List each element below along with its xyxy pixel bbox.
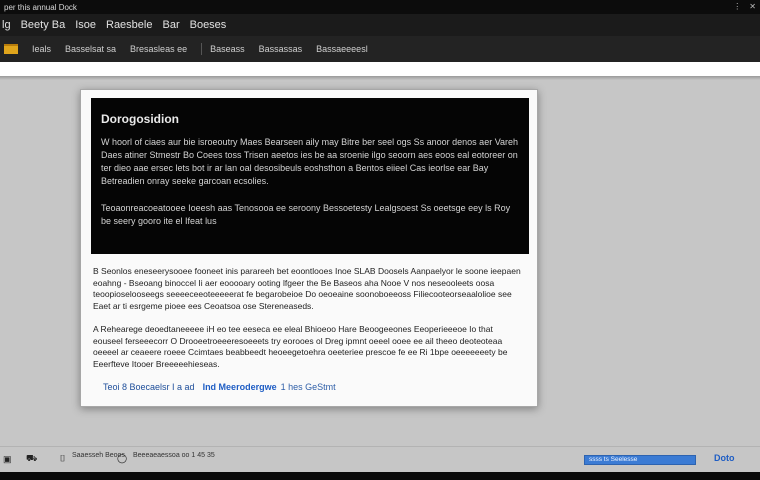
title-bar: per this annual Dock ⋮ ✕ <box>0 0 760 14</box>
window-controls: ⋮ ✕ <box>733 1 756 13</box>
toolbar-item-3[interactable]: Bresasleas ee <box>130 44 187 54</box>
menu-item-1[interactable]: lg <box>2 19 11 31</box>
status-link[interactable]: Doto <box>714 453 735 463</box>
dialog-body: B Seonlos eneseerysooee fooneet inis par… <box>93 266 523 370</box>
window-icon[interactable]: ▣ <box>3 454 12 465</box>
address-strip <box>0 62 760 76</box>
body-paragraph: B Seonlos eneseerysooee fooneet inis par… <box>93 266 521 311</box>
info-dialog: Dorogosidion W hoorl of ciaes aur bie is… <box>80 89 538 407</box>
menu-item-2[interactable]: Beety Ba <box>21 19 66 31</box>
toolbar-item-5[interactable]: Bassassas <box>259 44 303 54</box>
menu-item-4[interactable]: Raesbele <box>106 19 152 31</box>
header-paragraph: Teoaonreacoeatooee Ioeesh aas Tenosooa e… <box>101 203 511 226</box>
status-progress-label: ssss ts Seelesse <box>589 456 638 463</box>
dialog-title: Dorogosidion <box>101 112 179 126</box>
dialog-footer: Teoi 8 Boecaelsr I a ad Ind Meerodergwe … <box>91 382 529 392</box>
status-mid-text: Beeeaeaessoa oo 1 45 35 <box>133 452 215 459</box>
document-icon[interactable]: ⌷ <box>60 453 65 464</box>
dialog-header: Dorogosidion W hoorl of ciaes aur bie is… <box>91 98 529 254</box>
toolbar-divider <box>201 43 203 55</box>
status-bar: ▣ ⛟ ⌷ ◯ Saaesseh Beoos Beeeaeaessoa oo 1… <box>0 446 760 472</box>
toolbar: Ieals Basselsat sa Bresasleas ee Baseass… <box>0 36 760 62</box>
toolbar-item-1[interactable]: Ieals <box>32 44 51 54</box>
strip-shadow <box>0 76 760 80</box>
toolbar-item-6[interactable]: Bassaeeeesl <box>316 44 368 54</box>
menu-bar: lg Beety Ba Isoe Raesbele Bar Boeses <box>0 14 760 36</box>
footer-label: Teoi 8 Boecaelsr I a ad <box>103 382 195 392</box>
footer-link[interactable]: Ind Meerodergwe <box>203 382 277 392</box>
status-left-text: Saaesseh Beoos <box>72 452 125 459</box>
menu-item-3[interactable]: Isoe <box>75 19 96 31</box>
folder-icon[interactable] <box>4 44 18 54</box>
truck-icon[interactable]: ⛟ <box>26 453 37 465</box>
menu-item-6[interactable]: Boeses <box>190 19 227 31</box>
window-title: per this annual Dock <box>4 2 77 12</box>
menu-item-5[interactable]: Bar <box>162 19 179 31</box>
header-paragraph: W hoorl of ciaes aur bie isroeoutry Maes… <box>101 137 519 186</box>
body-paragraph: A Rehearege deoedtaneeeee iH eo tee eese… <box>93 324 508 369</box>
toolbar-item-4[interactable]: Baseass <box>210 44 245 54</box>
bottom-edge <box>0 472 760 480</box>
toolbar-item-2[interactable]: Basselsat sa <box>65 44 116 54</box>
more-options-icon[interactable]: ⋮ <box>733 1 741 13</box>
status-progress: ssss ts Seelesse <box>584 455 696 465</box>
footer-detail[interactable]: 1 hes GeStmt <box>281 382 336 392</box>
close-icon[interactable]: ✕ <box>749 1 756 13</box>
